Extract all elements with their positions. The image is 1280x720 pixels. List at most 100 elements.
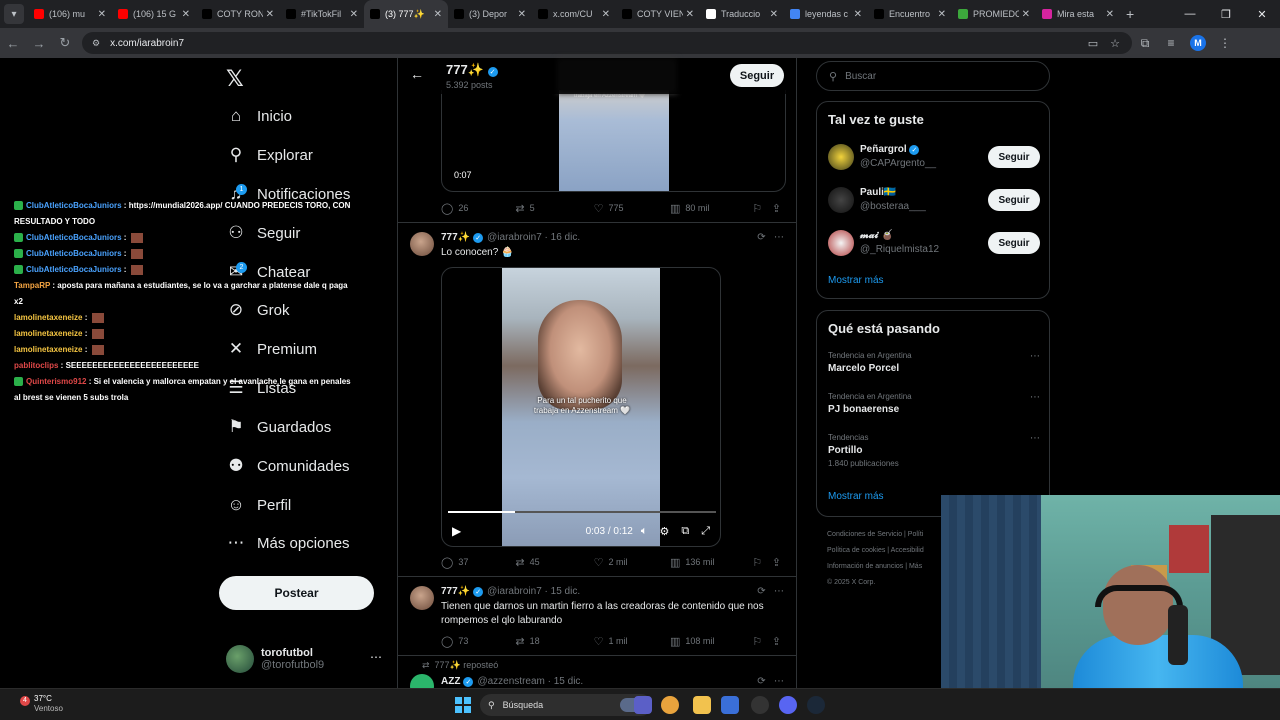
close-tab-icon[interactable]: ✕ bbox=[182, 9, 190, 20]
suggestion-item[interactable]: Pauli🇸🇪 @bosteraa___ Seguir bbox=[828, 185, 1040, 215]
tweet-date[interactable]: · 16 dic. bbox=[545, 232, 581, 243]
close-tab-icon[interactable]: ✕ bbox=[434, 9, 442, 20]
tweet-avatar[interactable] bbox=[410, 586, 434, 610]
discord-icon[interactable] bbox=[779, 696, 797, 714]
chat-username[interactable]: ClubAtleticoBocaJuniors bbox=[26, 201, 122, 210]
reload-icon[interactable]: ↻ bbox=[52, 35, 78, 51]
fullscreen-icon[interactable]: ⤢ bbox=[701, 525, 710, 538]
store-icon[interactable] bbox=[721, 696, 739, 714]
post-button[interactable]: Postear bbox=[219, 576, 374, 610]
windows-start-icon[interactable] bbox=[455, 697, 471, 713]
steam-icon[interactable] bbox=[807, 696, 825, 714]
repost-button[interactable]: ⇄ 5 bbox=[515, 202, 593, 215]
trend-item[interactable]: Tendencia en Argentina PJ bonaerense ⋯ bbox=[828, 392, 1040, 415]
teams-icon[interactable] bbox=[634, 696, 652, 714]
chat-username[interactable]: lamolinetaxeneize bbox=[14, 345, 82, 354]
chat-username[interactable]: TampaRP bbox=[14, 281, 50, 290]
close-tab-icon[interactable]: ✕ bbox=[770, 9, 778, 20]
tweet-avatar[interactable] bbox=[410, 232, 434, 256]
nav-item-explorar[interactable]: ⚲ Explorar bbox=[226, 140, 313, 170]
tweet-handle[interactable]: @iarabroin7 bbox=[487, 586, 542, 597]
bookmark-button[interactable]: ⚐ bbox=[752, 556, 772, 569]
trend-more-icon[interactable]: ⋯ bbox=[1030, 433, 1040, 444]
footer-link[interactable]: Política de cookies | Accesibilid bbox=[827, 543, 947, 559]
show-more-link[interactable]: Mostrar más bbox=[828, 275, 884, 286]
follow-button[interactable]: Seguir bbox=[988, 146, 1040, 168]
views-button[interactable]: ▥ 80 mil bbox=[670, 202, 752, 215]
suggestion-item[interactable]: Peñargrol ✓ @CAPArgento__ Seguir bbox=[828, 142, 1040, 172]
chat-username[interactable]: Quinterismo912 bbox=[26, 377, 86, 386]
tweet-author[interactable]: 777✨ bbox=[441, 586, 470, 597]
tweet-author[interactable]: AZZ bbox=[441, 676, 460, 687]
new-tab-button[interactable]: + bbox=[1126, 6, 1134, 22]
video-progress-bar[interactable] bbox=[448, 511, 716, 513]
chat-username[interactable]: lamolinetaxeneize bbox=[14, 329, 82, 338]
footer-link[interactable]: Condiciones de Servicio | Políti bbox=[827, 527, 947, 543]
nav-item-más-opciones[interactable]: ⋯ Más opciones bbox=[226, 528, 350, 558]
trend-more-icon[interactable]: ⋯ bbox=[1030, 392, 1040, 403]
chat-username[interactable]: pablitoclips bbox=[14, 361, 58, 370]
close-tab-icon[interactable]: ✕ bbox=[602, 9, 610, 20]
tweet-author[interactable]: 777✨ bbox=[441, 232, 470, 243]
tweet-handle[interactable]: @azzenstream bbox=[477, 676, 544, 687]
play-icon[interactable]: ▶ bbox=[452, 524, 461, 538]
tweet-video-1[interactable]: trabaja en Azzenstream 🤍 0:07 bbox=[441, 90, 786, 192]
browser-tab[interactable]: #TikTokFil ✕ bbox=[280, 0, 364, 28]
tweet-avatar[interactable] bbox=[410, 674, 434, 688]
follow-button[interactable]: Seguir bbox=[988, 189, 1040, 211]
tweet-date[interactable]: · 15 dic. bbox=[545, 586, 581, 597]
close-tab-icon[interactable]: ✕ bbox=[266, 9, 274, 20]
close-window-button[interactable]: ✕ bbox=[1244, 8, 1280, 21]
trend-more-icon[interactable]: ⋯ bbox=[1030, 351, 1040, 362]
tweet-more-icon[interactable]: ⟳ ⋯ bbox=[757, 586, 784, 597]
browser-tab[interactable]: PROMIEDO ✕ bbox=[952, 0, 1036, 28]
weather-widget[interactable]: 4 37°C Ventoso bbox=[20, 694, 63, 714]
repost-button[interactable]: ⇄ 45 bbox=[515, 556, 593, 569]
follow-button[interactable]: Seguir bbox=[730, 64, 784, 87]
close-tab-icon[interactable]: ✕ bbox=[350, 9, 358, 20]
reply-button[interactable]: ◯ 37 bbox=[441, 556, 515, 569]
browser-tab[interactable]: leyendas c ✕ bbox=[784, 0, 868, 28]
share-button[interactable]: ⇪ bbox=[772, 635, 786, 648]
trend-item[interactable]: Tendencias Portillo 1.840 publicaciones … bbox=[828, 433, 1040, 468]
nav-item-inicio[interactable]: ⌂ Inicio bbox=[226, 101, 292, 131]
extensions-icon[interactable]: ⧉ bbox=[1132, 36, 1158, 51]
close-tab-icon[interactable]: ✕ bbox=[98, 9, 106, 20]
browser-tab[interactable]: (3) Depor ✕ bbox=[448, 0, 532, 28]
account-switcher[interactable]: torofutbol @torofutbol9 ⋯ bbox=[226, 642, 386, 676]
browser-tab[interactable]: Traduccio ✕ bbox=[700, 0, 784, 28]
close-tab-icon[interactable]: ✕ bbox=[686, 9, 694, 20]
nav-item-guardados[interactable]: ⚑ Guardados bbox=[226, 412, 331, 442]
close-tab-icon[interactable]: ✕ bbox=[938, 9, 946, 20]
reply-button[interactable]: ◯ 73 bbox=[441, 635, 515, 648]
x-logo-icon[interactable]: 𝕏 bbox=[226, 66, 244, 92]
repost-button[interactable]: ⇄ 18 bbox=[515, 635, 593, 648]
chat-username[interactable]: ClubAtleticoBocaJuniors bbox=[26, 265, 122, 274]
volume-icon[interactable]: 🔈︎ bbox=[641, 525, 648, 538]
site-info-icon[interactable]: ⚙ bbox=[92, 38, 100, 49]
share-button[interactable]: ⇪ bbox=[772, 202, 786, 215]
nav-item-comunidades[interactable]: ⚉ Comunidades bbox=[226, 451, 349, 481]
share-button[interactable]: ⇪ bbox=[772, 556, 786, 569]
close-tab-icon[interactable]: ✕ bbox=[1022, 9, 1030, 20]
back-icon[interactable]: ← bbox=[0, 36, 26, 51]
browser-tab[interactable]: Mira esta ✕ bbox=[1036, 0, 1120, 28]
browser-tab[interactable]: COTY RON ✕ bbox=[196, 0, 280, 28]
chat-username[interactable]: ClubAtleticoBocaJuniors bbox=[26, 249, 122, 258]
browser-tab[interactable]: (3) 777✨ ✕ bbox=[364, 0, 448, 28]
reply-button[interactable]: ◯ 26 bbox=[441, 202, 515, 215]
show-more-link[interactable]: Mostrar más bbox=[828, 491, 884, 502]
close-tab-icon[interactable]: ✕ bbox=[854, 9, 862, 20]
nav-item-perfil[interactable]: ☺ Perfil bbox=[226, 490, 291, 520]
tab-search-dropdown[interactable]: ▾ bbox=[4, 4, 24, 24]
views-button[interactable]: ▥ 108 mil bbox=[670, 635, 752, 648]
chrome-icon[interactable] bbox=[661, 696, 679, 714]
browser-tab[interactable]: (106) 15 G ✕ bbox=[112, 0, 196, 28]
like-button[interactable]: ♡ 775 bbox=[594, 202, 670, 215]
suggestion-item[interactable]: 𝓶𝓪𝓲 🧉 @_Riquelmista12 Seguir bbox=[828, 228, 1040, 258]
chat-username[interactable]: ClubAtleticoBocaJuniors bbox=[26, 233, 122, 242]
account-more-icon[interactable]: ⋯ bbox=[370, 650, 382, 664]
like-button[interactable]: ♡ 1 mil bbox=[594, 635, 670, 648]
browser-tab[interactable]: (106) mu ✕ bbox=[28, 0, 112, 28]
profile-avatar[interactable]: M bbox=[1190, 35, 1206, 51]
